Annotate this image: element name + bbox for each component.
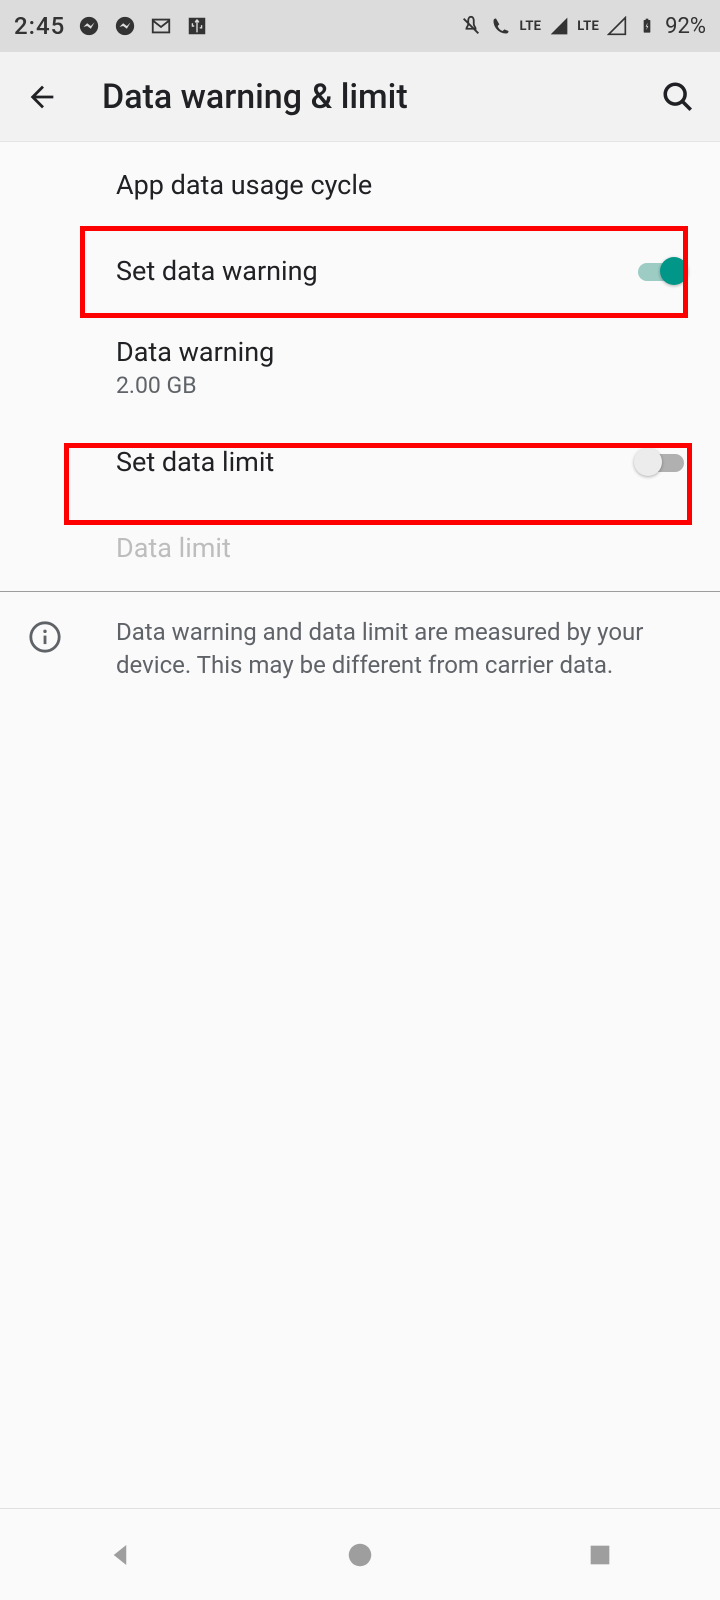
nav-back-icon (105, 1540, 135, 1570)
data-limit-row: Data limit (0, 505, 720, 591)
row-title: App data usage cycle (116, 167, 696, 203)
set-data-limit-toggle[interactable] (634, 447, 688, 477)
battery-percent: 92% (665, 14, 706, 39)
info-text: Data warning and data limit are measured… (116, 616, 688, 681)
row-title: Data warning (116, 334, 696, 370)
messenger-icon-2 (113, 14, 137, 38)
nav-home-icon (345, 1540, 375, 1570)
app-data-usage-cycle-row[interactable]: App data usage cycle (0, 142, 720, 228)
page-title: Data warning & limit (102, 77, 654, 117)
search-button[interactable] (654, 73, 702, 121)
nav-back-button[interactable] (80, 1531, 160, 1579)
wifi-call-icon (489, 14, 513, 38)
info-icon (28, 620, 64, 656)
nav-recent-button[interactable] (560, 1531, 640, 1579)
back-arrow-icon (25, 80, 59, 114)
signal-icon-1 (547, 14, 571, 38)
info-row: Data warning and data limit are measured… (0, 592, 720, 705)
battery-icon (635, 14, 659, 38)
search-icon (661, 80, 695, 114)
nav-bar (0, 1508, 720, 1600)
set-data-warning-toggle[interactable] (634, 256, 688, 286)
mute-icon (459, 14, 483, 38)
row-title: Set data limit (116, 444, 634, 480)
row-subtitle: 2.00 GB (116, 372, 696, 399)
signal-icon-2 (605, 14, 629, 38)
nav-home-button[interactable] (320, 1531, 400, 1579)
lte-label-1: LTE (519, 19, 541, 34)
set-data-warning-row[interactable]: Set data warning (0, 228, 720, 314)
status-time: 2:45 (14, 12, 65, 40)
row-title: Data limit (116, 530, 696, 566)
data-warning-row[interactable]: Data warning 2.00 GB (0, 314, 720, 419)
app-bar: Data warning & limit (0, 52, 720, 142)
messenger-icon (77, 14, 101, 38)
back-button[interactable] (18, 73, 66, 121)
content: App data usage cycle Set data warning Da… (0, 142, 720, 705)
row-title: Set data warning (116, 253, 634, 289)
nav-recent-icon (586, 1541, 614, 1569)
usb-icon (185, 14, 209, 38)
status-bar: 2:45 LTE LTE 92% (0, 0, 720, 52)
set-data-limit-row[interactable]: Set data limit (0, 419, 720, 505)
gmail-icon (149, 14, 173, 38)
lte-label-2: LTE (577, 19, 599, 34)
